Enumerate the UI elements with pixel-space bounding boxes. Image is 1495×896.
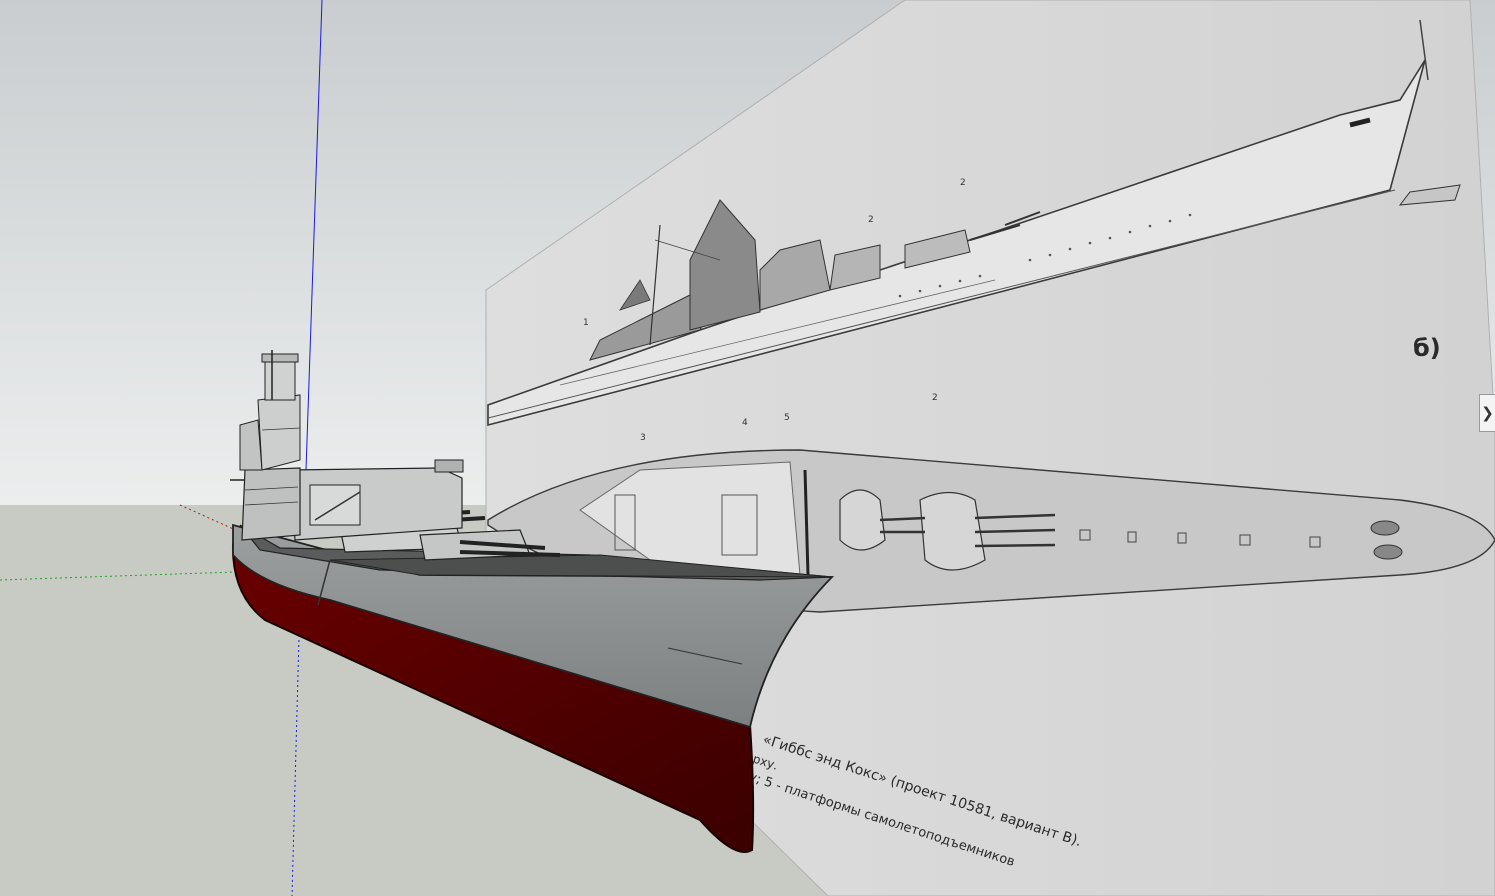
callout-2a: 2 (960, 178, 966, 188)
chevron-right-icon: ❯ (1481, 403, 1494, 422)
callout-3: 3 (640, 433, 646, 443)
callout-4: 4 (742, 418, 748, 428)
callout-1: 1 (583, 318, 589, 328)
callout-2b: 2 (868, 215, 874, 225)
sketchup-viewport[interactable]: 1 2 2 3 4 5 2 б) «Гиббс энд Кокс» (проек… (0, 0, 1495, 896)
panel-label: б) (1413, 334, 1441, 362)
side-panel-toggle-button[interactable]: ❯ (1479, 394, 1495, 432)
callout-5: 5 (784, 413, 790, 423)
model-scene[interactable]: 1 2 2 3 4 5 2 б) «Гиббс энд Кокс» (проек… (0, 0, 1495, 896)
callout-2c: 2 (932, 393, 938, 403)
